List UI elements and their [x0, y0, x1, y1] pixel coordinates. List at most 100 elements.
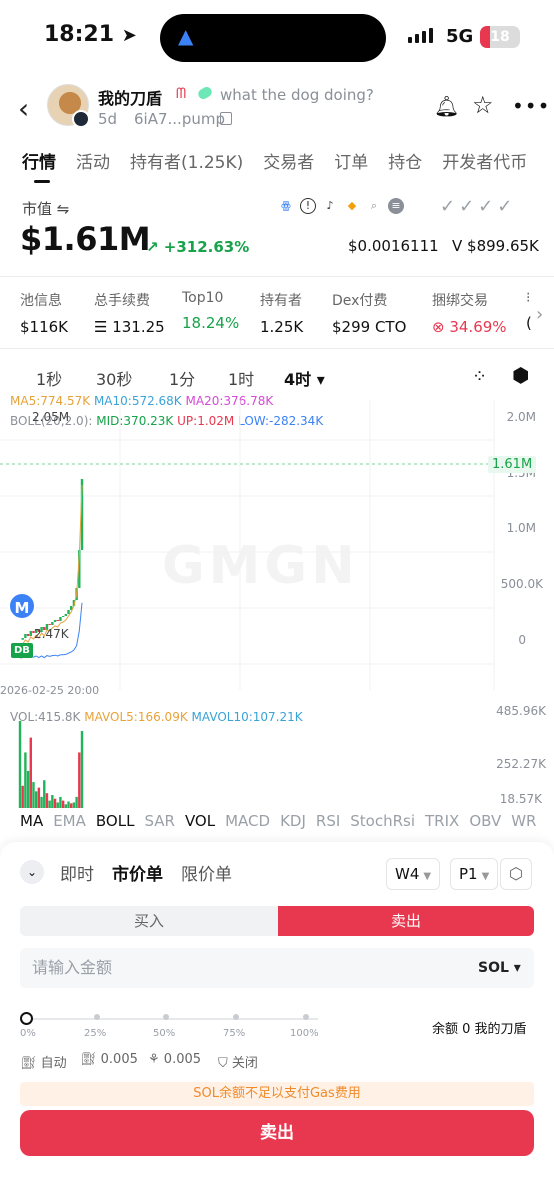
stat-dex-paid[interactable]: Dex付费 $299 CTO	[332, 290, 406, 336]
stat-pool[interactable]: 池信息 $116K	[20, 290, 68, 336]
gas-warning: SOL余额不足以支付Gas费用	[20, 1082, 534, 1106]
indicator-macd[interactable]: MACD	[225, 812, 270, 830]
chevron-down-icon[interactable]: ⌄	[20, 860, 44, 884]
pct-50: 50%	[153, 1028, 176, 1039]
tip-option[interactable]: ⚘ 0.005	[148, 1052, 201, 1067]
token-volume: V $899.65K	[452, 237, 539, 255]
vol-tick-high: 485.96K	[496, 704, 546, 718]
stat-more[interactable]: ⁝(	[526, 290, 532, 332]
order-tab-limit[interactable]: 限价单	[181, 860, 232, 885]
migration-marker[interactable]: M	[8, 592, 36, 620]
mascot-icon[interactable]: ◆	[344, 198, 360, 214]
indicator-ma[interactable]: MA	[20, 812, 43, 830]
volume-bar	[21, 785, 24, 808]
vol-tick-low: 18.57K	[499, 792, 542, 806]
amount-unit-select[interactable]: SOL ▾	[478, 960, 521, 976]
indicator-obv[interactable]: OBV	[469, 812, 501, 830]
auto-option[interactable]: ⛽︎ 自动	[20, 1052, 67, 1071]
price-chart[interactable]	[0, 400, 554, 700]
volume-bar	[59, 796, 62, 808]
indicator-stochrsi[interactable]: StochRsi	[350, 812, 415, 830]
main-tabs: 行情 活动 持有者(1.25K) 交易者 订单 持仓 开发者代币	[22, 148, 547, 173]
y-tick-500k: 500.0K	[500, 577, 543, 591]
preset-select[interactable]: P1 ▼	[450, 858, 499, 890]
slider-knob[interactable]	[20, 1012, 33, 1025]
volume-bar	[29, 737, 32, 808]
slider-stop[interactable]	[233, 1014, 239, 1020]
dev-buy-marker[interactable]: DB	[11, 643, 33, 658]
mev-option[interactable]: ⛉ 关闭	[218, 1052, 258, 1071]
back-icon[interactable]: ‹	[18, 92, 29, 125]
indicator-vol[interactable]: VOL	[185, 812, 215, 830]
timeframe-30s[interactable]: 30秒	[96, 366, 132, 390]
bell-icon[interactable]: 🔔︎	[434, 94, 459, 118]
pct-75: 75%	[223, 1028, 246, 1039]
volume-bar	[56, 802, 59, 808]
tiktok-icon[interactable]: ♪	[322, 198, 338, 214]
vol-tick-mid: 252.27K	[496, 757, 546, 771]
buy-side-button[interactable]: 买入	[20, 906, 278, 936]
timeframe-1s[interactable]: 1秒	[36, 366, 62, 390]
indicator-sar[interactable]: SAR	[144, 812, 174, 830]
slider-stop[interactable]	[94, 1014, 100, 1020]
chart-settings-icon[interactable]: ⬢	[512, 363, 529, 387]
navigation-arrow-icon: ▲	[178, 24, 194, 48]
search-icon[interactable]: ⌕	[366, 198, 382, 214]
order-tab-market[interactable]: 市价单	[112, 860, 163, 885]
star-icon[interactable]: ☆	[472, 91, 494, 119]
network-type: 5G	[446, 26, 474, 47]
stat-top10[interactable]: Top10 18.24%	[182, 290, 239, 332]
tab-holders[interactable]: 持有者(1.25K)	[130, 148, 243, 173]
tab-traders[interactable]: 交易者	[263, 148, 314, 173]
drawing-tools-icon[interactable]: ⁘	[472, 366, 487, 387]
copy-icon[interactable]	[220, 112, 232, 125]
tab-market[interactable]: 行情	[22, 148, 56, 173]
stat-holders[interactable]: 持有者 1.25K	[260, 290, 303, 336]
amount-input[interactable]	[32, 958, 332, 977]
market-cap-label[interactable]: 市值 ⇋	[22, 198, 69, 219]
trade-settings-icon[interactable]: ⬡	[500, 858, 532, 890]
more-icon[interactable]: •••	[512, 94, 550, 118]
chevron-right-icon[interactable]: ›	[536, 304, 543, 325]
balance-text: 余额 0 我的刀盾	[432, 1022, 527, 1037]
gas-option[interactable]: ⛽︎ 0.005	[80, 1052, 138, 1067]
info-icon[interactable]: !	[300, 198, 316, 214]
volume-bar	[32, 782, 35, 808]
sell-submit-button[interactable]: 卖出	[20, 1110, 534, 1156]
indicator-kdj[interactable]: KDJ	[280, 812, 306, 830]
stat-fees[interactable]: 总手续费 ☰ 131.25	[94, 290, 165, 336]
candle	[26, 634, 30, 636]
volume-bar	[18, 720, 22, 808]
timeframe-1m[interactable]: 1分	[169, 366, 195, 390]
tab-activity[interactable]: 活动	[76, 148, 110, 173]
volume-bar	[61, 800, 65, 808]
timeframe-1h[interactable]: 1时	[228, 366, 254, 390]
signal-icon	[408, 28, 433, 43]
slider-stop[interactable]	[163, 1014, 169, 1020]
tab-positions[interactable]: 持仓	[388, 148, 422, 173]
timeframe-4h[interactable]: 4时 ▾	[284, 366, 325, 390]
tab-orders[interactable]: 订单	[334, 148, 368, 173]
stat-bundle[interactable]: 捆绑交易 ⊗ 34.69%	[432, 290, 507, 336]
fuel-icon: ⛽︎	[20, 1056, 37, 1071]
amount-slider[interactable]	[28, 1018, 318, 1020]
volume-bar	[51, 795, 54, 808]
indicator-ema[interactable]: EMA	[53, 812, 86, 830]
sell-side-button[interactable]: 卖出	[278, 906, 534, 936]
divider	[0, 276, 554, 277]
tab-dev-tokens[interactable]: 开发者代币	[442, 148, 527, 173]
battery-icon: 18	[480, 26, 520, 48]
indicator-boll[interactable]: BOLL	[96, 812, 135, 830]
indicator-rsi[interactable]: RSI	[316, 812, 340, 830]
wallet-select[interactable]: W4 ▼	[386, 858, 441, 890]
community-icon[interactable]: ꙮ	[278, 198, 294, 214]
candle	[64, 614, 68, 616]
order-tab-instant[interactable]: 即时	[60, 860, 94, 885]
indicator-trix[interactable]: TRIX	[425, 812, 459, 830]
token-tag-icon: ᗰ	[176, 86, 187, 102]
volume-bar	[26, 770, 30, 808]
slider-stop[interactable]	[303, 1014, 309, 1020]
menu-circle-icon[interactable]: ≡	[388, 198, 404, 214]
volume-bar	[72, 802, 76, 808]
indicator-wr[interactable]: WR	[511, 812, 536, 830]
